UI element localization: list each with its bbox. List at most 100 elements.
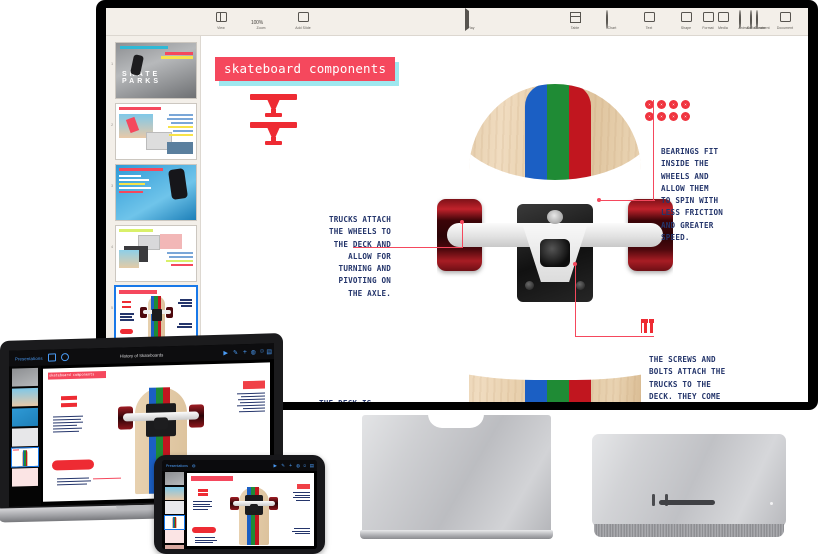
mac-studio bbox=[592, 434, 786, 541]
toolbar-table-button[interactable]: Table bbox=[562, 11, 588, 30]
ipad-zoom-icon[interactable]: ◍ bbox=[192, 463, 196, 468]
slide-number: 5 bbox=[111, 306, 113, 310]
toolbar-shape-label: Shape bbox=[680, 26, 692, 30]
slide-thumbnail-4[interactable] bbox=[115, 225, 197, 282]
mac-studio-body bbox=[592, 434, 786, 527]
laptop-thumbnail-2[interactable] bbox=[12, 387, 38, 407]
slide-number: 3 bbox=[111, 184, 113, 188]
slide-thumbnail-5[interactable] bbox=[114, 285, 198, 344]
current-slide[interactable]: skateboard components TRUCKS ATTACH THE … bbox=[201, 36, 808, 402]
view-sidebar-icon bbox=[215, 11, 228, 24]
ipad-slide-navigator[interactable] bbox=[162, 471, 186, 549]
ipad-thumbnail-2[interactable] bbox=[164, 486, 184, 500]
laptop-format-icon[interactable]: ✎ bbox=[233, 349, 238, 356]
slide-thumbnail-row[interactable]: 2 bbox=[106, 101, 200, 162]
truck-icon-top bbox=[250, 94, 297, 117]
toolbar-document-label: Document bbox=[776, 26, 794, 30]
toolbar-format-button[interactable]: Format bbox=[695, 11, 721, 30]
ipad-play-icon[interactable]: ▶ bbox=[274, 463, 277, 469]
keynote-toolbar: View 100% Zoom Add Slide Play Table Char… bbox=[106, 8, 808, 36]
toolbar-view-label: View bbox=[217, 26, 225, 30]
laptop-thumbnail-3[interactable] bbox=[12, 407, 38, 427]
toolbar-play-label: Play bbox=[467, 26, 475, 30]
ipad-add-icon[interactable]: + bbox=[289, 463, 292, 469]
slide-number: 2 bbox=[111, 123, 113, 127]
mac-mini-body bbox=[362, 414, 551, 534]
laptop-collaborate-icon[interactable]: ◍ bbox=[251, 348, 256, 355]
laptop-more-icon[interactable]: ▤ bbox=[266, 348, 272, 355]
text-icon bbox=[643, 11, 656, 24]
play-icon bbox=[464, 8, 478, 31]
toolbar-play-group: Play bbox=[458, 8, 484, 31]
slide-thumbnail-row[interactable]: 1 SKATE PARKS bbox=[106, 40, 200, 101]
table-icon bbox=[569, 11, 582, 24]
ipad-thumbnail-6[interactable] bbox=[164, 544, 184, 549]
slide-number: 1 bbox=[111, 62, 113, 66]
toolbar-chart-button[interactable]: Chart bbox=[599, 10, 625, 30]
mac-mini bbox=[360, 414, 553, 541]
slide-canvas[interactable]: skateboard components TRUCKS ATTACH THE … bbox=[201, 36, 808, 402]
ipad-thumbnail-4[interactable] bbox=[164, 515, 184, 529]
ipad-thumbnail-3[interactable] bbox=[164, 501, 184, 514]
ipad-thumbnail-5[interactable] bbox=[164, 530, 184, 543]
toolbar-view-button[interactable]: View bbox=[208, 11, 234, 30]
ipad-collaborate-icon[interactable]: ◍ bbox=[296, 463, 300, 469]
add-slide-icon bbox=[297, 11, 310, 24]
slide-thumbnail-1[interactable]: SKATE PARKS bbox=[115, 42, 197, 99]
connector-trucks-dot bbox=[460, 220, 464, 224]
slide-thumbnail-row[interactable]: 4 bbox=[106, 223, 200, 284]
callout-deck-text: THE DECK IS THE PLATFORM YOU STAND ON. bbox=[319, 398, 381, 402]
slide-thumbnail-row[interactable]: 3 bbox=[106, 162, 200, 223]
ipad-back-label[interactable]: Presentations bbox=[166, 464, 188, 468]
mounting-bolt-right bbox=[576, 281, 585, 290]
slide-thumbnail-2[interactable] bbox=[115, 103, 197, 160]
ipad-thumbnail-1[interactable] bbox=[164, 472, 184, 485]
ipad-current-slide[interactable] bbox=[187, 473, 314, 546]
format-brush-icon bbox=[702, 11, 715, 24]
laptop-thumbnail-4[interactable] bbox=[12, 427, 38, 447]
toolbar-play-button[interactable]: Play bbox=[458, 8, 484, 31]
mac-mini-notch bbox=[428, 414, 484, 428]
zoom-percent-icon: 100% bbox=[251, 11, 271, 26]
connector-bearings-dot bbox=[597, 198, 601, 202]
callout-screws-text: THE SCREWS AND BOLTS ATTACH THE TRUCKS T… bbox=[649, 355, 726, 401]
toolbar-table-label: Table bbox=[570, 26, 580, 30]
mac-mini-foot bbox=[360, 530, 553, 539]
laptop-slide-navigator[interactable] bbox=[9, 365, 41, 507]
skateboard-photo bbox=[437, 84, 673, 402]
connector-trucks-v bbox=[462, 222, 464, 248]
ipad-format-icon[interactable]: ✎ bbox=[281, 463, 285, 469]
connector-bearings-h bbox=[599, 200, 655, 202]
laptop-add-icon[interactable]: + bbox=[243, 349, 247, 356]
connector-bearings-v bbox=[653, 100, 655, 201]
toolbar-right-group: Format Animate Document bbox=[695, 10, 801, 30]
toolbar-animate-button[interactable]: Animate bbox=[732, 10, 758, 30]
laptop-play-icon[interactable]: ▶ bbox=[223, 349, 228, 356]
callout-trucks-text: TRUCKS ATTACH THE WHEELS TO THE DECK AND… bbox=[329, 215, 392, 298]
laptop-thumbnail-6[interactable] bbox=[12, 467, 38, 487]
toolbar-text-button[interactable]: Text bbox=[636, 11, 662, 30]
toolbar-left-group: View 100% Zoom Add Slide bbox=[208, 11, 318, 30]
truck-pivot bbox=[547, 210, 563, 224]
slide-number: 4 bbox=[111, 245, 113, 249]
toolbar-zoom-button[interactable]: 100% Zoom bbox=[245, 11, 277, 30]
ipad-screen: Presentations ◍ ▶ ✎ + ◍ ☺ ▤ bbox=[162, 460, 317, 549]
laptop-comment-icon[interactable]: ☺ bbox=[259, 349, 265, 355]
toolbar-format-label: Format bbox=[702, 26, 714, 30]
toolbar-chart-label: Chart bbox=[607, 26, 617, 30]
truck-icon-bottom bbox=[250, 122, 297, 145]
slide-thumbnail-3[interactable] bbox=[115, 164, 197, 221]
mounting-bolt-left bbox=[525, 281, 534, 290]
ipad-content bbox=[162, 471, 317, 549]
laptop-thumbnail-1[interactable] bbox=[12, 367, 38, 387]
toolbar-add-slide-label: Add Slide bbox=[295, 26, 311, 30]
toolbar-document-button[interactable]: Document bbox=[769, 11, 801, 30]
ipad-more-icon[interactable]: ▤ bbox=[310, 463, 314, 469]
ipad-comment-icon[interactable]: ☺ bbox=[302, 463, 307, 468]
laptop-thumbnail-5[interactable] bbox=[11, 447, 39, 467]
truck-kingpin bbox=[540, 239, 570, 267]
toolbar-add-slide-button[interactable]: Add Slide bbox=[288, 11, 318, 30]
slide-title-block[interactable]: skateboard components bbox=[215, 57, 400, 86]
callout-bearings-text: BEARINGS FIT INSIDE THE WHEELS AND ALLOW… bbox=[661, 147, 724, 243]
power-led bbox=[770, 502, 773, 505]
